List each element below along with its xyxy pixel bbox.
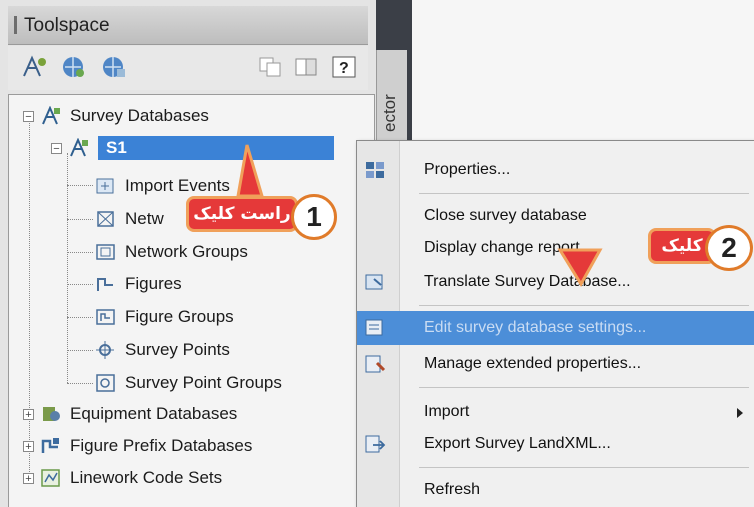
screenshot-stage: Toolspace ? − Survey Databases − S1 Impo… — [0, 0, 754, 507]
callout-1-text: راست کلیک — [186, 196, 298, 232]
callout-1-number: 1 — [291, 194, 337, 240]
callout-2-number: 2 — [705, 225, 753, 271]
callout-1-pointer — [236, 144, 603, 287]
